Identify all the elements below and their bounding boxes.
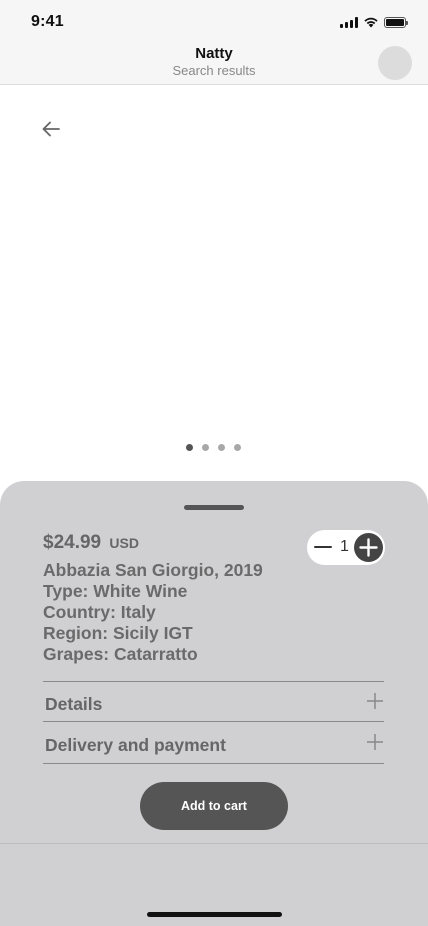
details-label: Details bbox=[45, 694, 103, 714]
page-subtitle: Search results bbox=[172, 63, 256, 78]
plus-icon bbox=[367, 693, 383, 709]
price-currency: USD bbox=[109, 535, 139, 551]
arrow-left-icon bbox=[42, 121, 60, 137]
divider bbox=[43, 721, 384, 722]
quantity-stepper: 1 bbox=[307, 530, 385, 565]
status-time: 9:41 bbox=[31, 13, 64, 30]
quantity-value: 1 bbox=[340, 538, 349, 555]
delivery-section[interactable]: Delivery and payment bbox=[43, 723, 384, 763]
product-price: $24.99 USD bbox=[43, 532, 139, 554]
product-region: Region: Sicily IGT bbox=[43, 623, 193, 643]
carousel-dot[interactable] bbox=[202, 444, 209, 451]
product-grapes: Grapes: Catarratto bbox=[43, 644, 198, 664]
back-button[interactable] bbox=[38, 116, 64, 142]
divider bbox=[0, 843, 428, 844]
home-indicator[interactable] bbox=[147, 912, 282, 917]
carousel-dot[interactable] bbox=[218, 444, 225, 451]
carousel-dot[interactable] bbox=[186, 444, 193, 451]
plus-circle-icon[interactable] bbox=[354, 533, 383, 562]
page-title: Natty bbox=[195, 45, 233, 62]
battery-icon bbox=[384, 16, 408, 28]
carousel-dots bbox=[186, 444, 241, 451]
details-section[interactable]: Details bbox=[43, 682, 384, 722]
delivery-label: Delivery and payment bbox=[45, 735, 226, 755]
status-icons bbox=[340, 16, 408, 28]
product-info: Abbazia San Giorgio, 2019 Type: White Wi… bbox=[43, 560, 263, 665]
price-amount: $24.99 bbox=[43, 532, 102, 553]
avatar[interactable] bbox=[378, 46, 412, 80]
carousel-dot[interactable] bbox=[234, 444, 241, 451]
minus-icon[interactable] bbox=[314, 538, 332, 556]
product-type: Type: White Wine bbox=[43, 581, 188, 601]
wifi-icon bbox=[364, 17, 378, 28]
divider bbox=[43, 763, 384, 764]
product-name: Abbazia San Giorgio, 2019 bbox=[43, 560, 263, 580]
header: Natty Search results bbox=[0, 44, 428, 85]
status-bar: 9:41 bbox=[0, 0, 428, 44]
product-country: Country: Italy bbox=[43, 602, 156, 622]
sheet-grabber[interactable] bbox=[184, 505, 244, 510]
product-sheet: $24.99 USD Abbazia San Giorgio, 2019 Typ… bbox=[0, 481, 428, 926]
add-to-cart-button[interactable]: Add to cart bbox=[140, 782, 288, 830]
signal-icon bbox=[340, 16, 358, 28]
plus-icon bbox=[367, 734, 383, 750]
